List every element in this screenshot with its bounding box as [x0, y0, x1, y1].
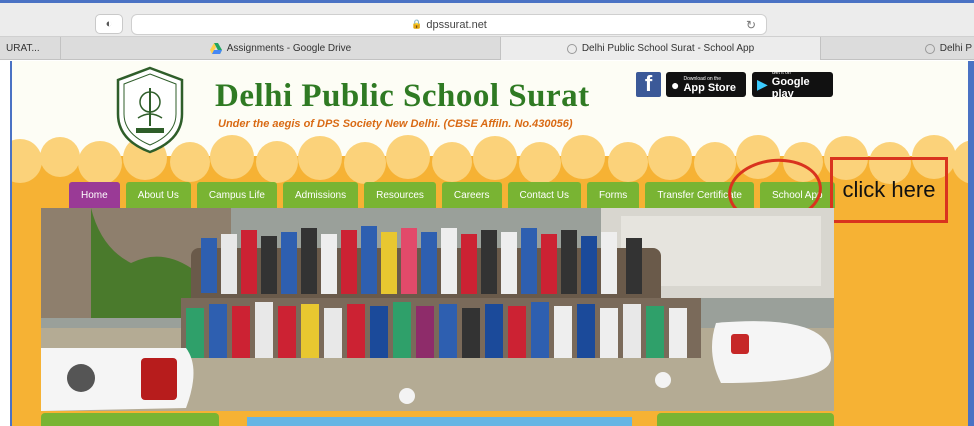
google-play-badge[interactable]: ▶ Get it on Google play [752, 70, 833, 100]
google-drive-icon [209, 43, 222, 54]
browser-toolbar: ◐ 🔒 dpssurat.net ↻ [0, 0, 974, 37]
facebook-icon[interactable]: f [636, 71, 661, 97]
url-text: dpssurat.net [426, 18, 487, 31]
tab-4[interactable]: Delhi P [820, 37, 974, 60]
nav-admissions[interactable]: Admissions [282, 182, 359, 208]
nav-contact-us[interactable]: Contact Us [507, 182, 581, 208]
site-favicon-icon [566, 43, 577, 54]
bottom-panel-middle [247, 417, 632, 426]
tab-google-drive-title: Assignments - Google Drive [226, 43, 352, 54]
school-website: Delhi Public School Surat Under the aegi… [0, 61, 974, 426]
site-favicon-icon [924, 43, 935, 54]
tab-4-title: Delhi P [939, 43, 972, 54]
bottom-panel-left [41, 413, 219, 426]
reload-icon[interactable]: ↻ [746, 18, 756, 32]
bottom-panel-right [657, 413, 834, 426]
tab-1[interactable]: URAT... [0, 37, 60, 60]
shield-icon: ◐ [105, 18, 113, 30]
school-title: Delhi Public School Surat [215, 78, 590, 114]
annotation-click-here: click here [830, 157, 948, 223]
tab-school-app[interactable]: Delhi Public School Surat - School App [500, 37, 820, 60]
right-window-edge [968, 61, 974, 426]
lock-icon: 🔒 [411, 19, 423, 29]
tab-school-app-title: Delhi Public School Surat - School App [581, 43, 755, 54]
nav-home[interactable]: Home [69, 182, 120, 208]
tab-bar: URAT... Assignments - Google Drive Delhi… [0, 37, 974, 60]
team-photo [41, 208, 834, 411]
app-store-badge[interactable]: ● Download on the App Store [666, 72, 746, 97]
nav-resources[interactable]: Resources [364, 182, 436, 208]
google-play-icon: ▶ [757, 76, 768, 92]
address-bar[interactable]: 🔒 dpssurat.net ↻ [131, 14, 767, 35]
google-play-big: Google play [771, 75, 810, 100]
facebook-letter: f [644, 71, 653, 96]
nav-campus-life[interactable]: Campus Life [196, 182, 277, 208]
left-window-edge [0, 61, 12, 426]
main-nav: Home About Us Campus Life Admissions Res… [69, 182, 835, 208]
nav-careers[interactable]: Careers [441, 182, 502, 208]
tab-google-drive[interactable]: Assignments - Google Drive [60, 37, 500, 60]
privacy-shield-button[interactable]: ◐ [95, 14, 123, 34]
school-subtitle: Under the aegis of DPS Society New Delhi… [218, 118, 573, 130]
nav-forms[interactable]: Forms [586, 182, 640, 208]
school-crest-logo [116, 66, 184, 154]
tab-1-title: URAT... [6, 43, 40, 54]
app-store-big: App Store [683, 81, 737, 94]
apple-icon: ● [671, 76, 680, 93]
nav-about-us[interactable]: About Us [125, 182, 191, 208]
